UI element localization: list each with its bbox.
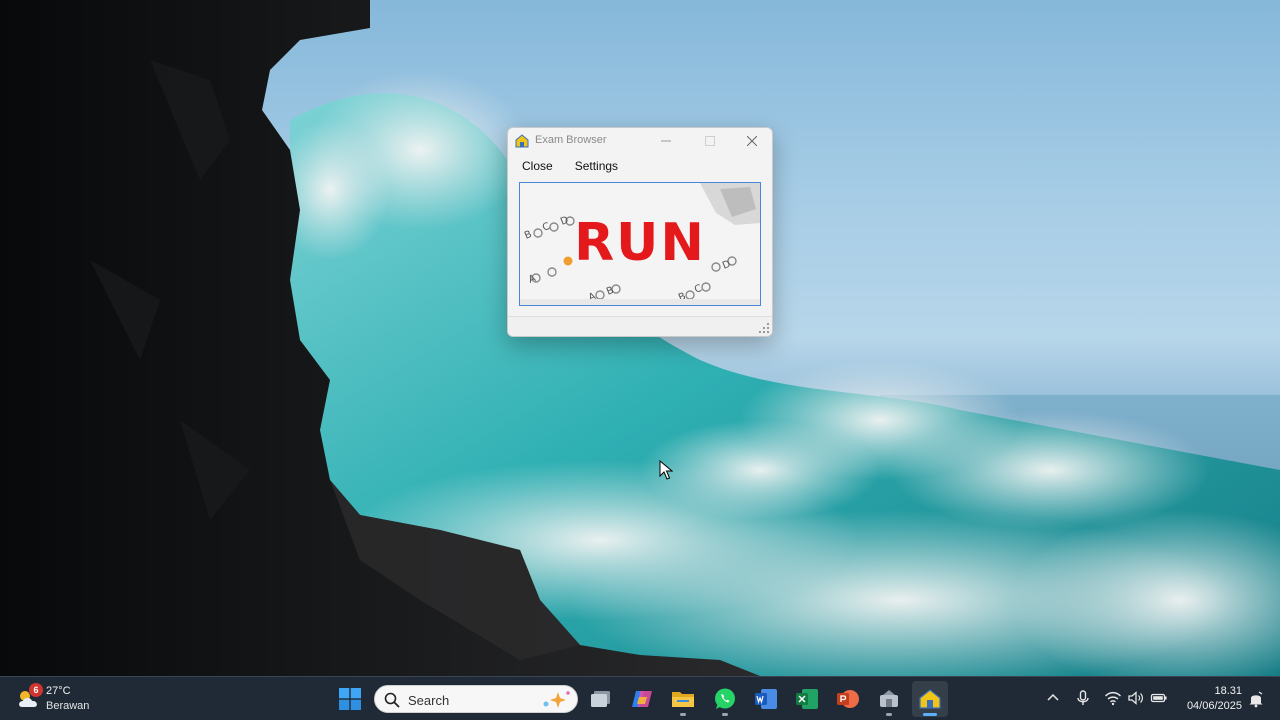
clock-time: 18.31 <box>1214 685 1242 697</box>
search-placeholder: Search <box>408 693 450 708</box>
weather-temperature: 27°C <box>46 685 71 697</box>
taskbar: 6 27°C Berawan Search 18.31 04/06/2025 <box>0 676 1280 720</box>
weather-widget[interactable]: 6 27°C Berawan <box>16 683 126 715</box>
status-bar <box>508 316 772 336</box>
close-window-button[interactable] <box>730 128 772 154</box>
taskbar-search[interactable]: Search <box>374 685 578 713</box>
copilot-sparkle-icon <box>543 691 570 708</box>
powerpoint-icon <box>837 690 859 708</box>
desktop-wallpaper <box>0 0 1280 676</box>
show-hidden-icons-chevron-up-icon[interactable] <box>1044 689 1062 707</box>
wifi-icon[interactable] <box>1104 689 1122 707</box>
powerpoint-button[interactable] <box>830 681 866 717</box>
task-view-icon <box>591 691 610 707</box>
minimize-button[interactable] <box>644 128 688 154</box>
running-indicator <box>722 713 728 716</box>
resize-grip-icon[interactable] <box>759 323 769 333</box>
exam-browser-app-icon <box>515 134 529 148</box>
excel-button[interactable] <box>789 681 825 717</box>
banner-text: RUN <box>574 213 706 273</box>
maximize-icon <box>705 136 715 146</box>
minimize-icon <box>661 140 671 142</box>
volume-icon[interactable] <box>1127 689 1145 707</box>
weather-badge: 6 <box>29 683 43 697</box>
maximize-button[interactable] <box>688 128 732 154</box>
exam-app-icon <box>880 690 898 707</box>
word-icon <box>755 689 777 709</box>
weather-condition: Berawan <box>46 700 90 712</box>
clock-date: 04/06/2025 <box>1186 700 1242 712</box>
notification-bell-icon[interactable] <box>1247 690 1265 708</box>
running-indicator <box>886 713 892 716</box>
window-title: Exam Browser <box>535 134 607 146</box>
exam-browser-taskbar-icon <box>919 689 941 709</box>
start-button[interactable] <box>332 681 368 717</box>
exam-browser-window[interactable]: Exam Browser Close Settings B C D A A B … <box>507 127 773 337</box>
mouse-cursor-icon <box>659 460 673 480</box>
copilot-icon <box>632 691 652 707</box>
whatsapp-button[interactable] <box>707 681 743 717</box>
exam-app-button[interactable] <box>871 681 907 717</box>
system-clock[interactable]: 18.31 04/06/2025 <box>1180 684 1242 714</box>
excel-icon <box>796 689 818 709</box>
run-banner[interactable]: B C D A A B B C D RUN <box>519 182 761 306</box>
word-button[interactable] <box>748 681 784 717</box>
running-indicator <box>680 713 686 716</box>
battery-icon[interactable] <box>1150 689 1168 707</box>
active-indicator <box>923 713 937 716</box>
wallpaper-image <box>0 0 1280 676</box>
folder-icon <box>672 692 694 707</box>
menu-bar: Close Settings <box>508 156 625 176</box>
microphone-icon[interactable] <box>1074 689 1092 707</box>
file-explorer-button[interactable] <box>665 681 701 717</box>
menu-close[interactable]: Close <box>515 156 560 176</box>
copilot-button[interactable] <box>624 681 660 717</box>
title-bar[interactable]: Exam Browser <box>508 128 772 154</box>
exam-browser-taskbar-button[interactable] <box>912 681 948 717</box>
windows-logo-icon <box>339 688 361 710</box>
whatsapp-icon <box>715 688 735 709</box>
menu-settings[interactable]: Settings <box>568 156 625 176</box>
search-icon <box>384 692 400 708</box>
close-icon <box>747 136 757 146</box>
task-view-button[interactable] <box>583 681 619 717</box>
